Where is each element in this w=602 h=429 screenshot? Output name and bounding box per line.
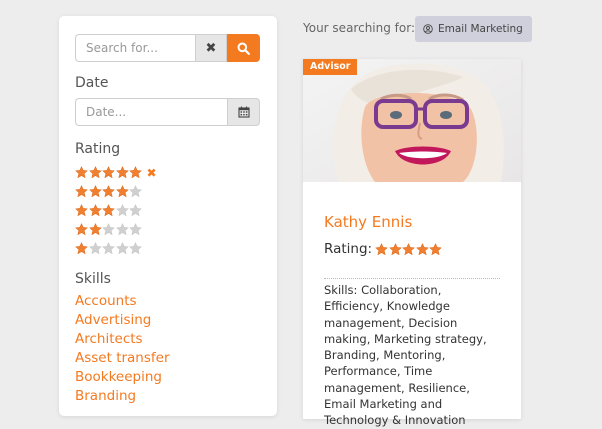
star-filled-icon [388, 242, 402, 255]
star-filled-icon [115, 166, 129, 179]
search-icon [237, 42, 250, 55]
calendar-icon [237, 106, 250, 118]
date-input[interactable] [75, 98, 227, 126]
star-empty-icon [129, 185, 142, 198]
filter-panel: ✖ Date Rating ✖ Skills Acc [59, 16, 277, 416]
clear-search-button[interactable]: ✖ [195, 34, 227, 62]
star-empty-icon [88, 242, 102, 255]
date-label: Date [75, 75, 109, 91]
star-empty-icon [115, 223, 129, 236]
star-empty-icon [102, 223, 115, 236]
search-bar: ✖ [75, 34, 260, 62]
skill-link[interactable]: Asset transfer [75, 350, 170, 369]
star-filled-icon [102, 185, 115, 198]
advisor-photo: Advisor [303, 59, 521, 182]
date-picker [75, 98, 260, 126]
advisor-rating-label: Rating: [324, 241, 373, 257]
star-empty-icon [129, 204, 142, 217]
star-filled-icon [75, 242, 88, 255]
star-filled-icon [75, 204, 88, 217]
star-filled-icon [88, 166, 102, 179]
star-empty-icon [129, 242, 142, 255]
advisor-badge: Advisor [303, 59, 358, 75]
rating-option-5[interactable]: ✖ [75, 163, 157, 182]
star-empty-icon [102, 242, 115, 255]
star-empty-icon [129, 223, 142, 236]
close-icon: ✖ [205, 40, 217, 56]
clear-rating-icon[interactable]: ✖ [147, 166, 157, 180]
star-filled-icon [88, 223, 102, 236]
search-tag[interactable]: Email Marketing [415, 16, 532, 42]
advisor-name[interactable]: Kathy Ennis [324, 213, 412, 231]
user-icon [423, 24, 433, 34]
star-filled-icon [402, 242, 416, 255]
skill-link[interactable]: Bookkeeping [75, 369, 170, 388]
star-filled-icon [102, 166, 115, 179]
star-empty-icon [115, 204, 129, 217]
star-filled-icon [75, 223, 88, 236]
skills-label: Skills [75, 271, 111, 287]
star-filled-icon [75, 166, 88, 179]
rating-option-2[interactable] [75, 220, 157, 239]
advisor-skills: Skills: Collaboration, Efficiency, Knowl… [324, 283, 487, 428]
skills-list: Accounts Advertising Architects Asset trans… [75, 293, 170, 407]
advisor-rating-stars [375, 242, 443, 256]
search-summary-label: Your searching for: [303, 21, 415, 35]
card-divider [324, 278, 500, 279]
skill-link[interactable]: Branding [75, 388, 170, 407]
star-filled-icon [429, 242, 443, 255]
star-filled-icon [115, 185, 129, 198]
skill-link[interactable]: Advertising [75, 312, 170, 331]
advisor-rating: Rating: [324, 241, 443, 257]
rating-option-3[interactable] [75, 201, 157, 220]
search-button[interactable] [227, 34, 260, 62]
star-filled-icon [375, 242, 389, 255]
search-input[interactable] [75, 34, 195, 62]
star-empty-icon [115, 242, 129, 255]
star-filled-icon [415, 242, 429, 255]
star-filled-icon [88, 204, 102, 217]
search-tag-label: Email Marketing [438, 23, 523, 35]
rating-filter: ✖ [75, 163, 157, 258]
star-filled-icon [102, 204, 115, 217]
rating-option-4[interactable] [75, 182, 157, 201]
star-filled-icon [75, 185, 88, 198]
rating-option-1[interactable] [75, 239, 157, 258]
rating-label: Rating [75, 141, 121, 157]
star-filled-icon [129, 166, 142, 179]
calendar-button[interactable] [227, 98, 260, 126]
skill-link[interactable]: Accounts [75, 293, 170, 312]
star-filled-icon [88, 185, 102, 198]
advisor-card[interactable]: Advisor Kathy Ennis Rating: Skills: Coll… [303, 59, 521, 427]
skill-link[interactable]: Architects [75, 331, 170, 350]
